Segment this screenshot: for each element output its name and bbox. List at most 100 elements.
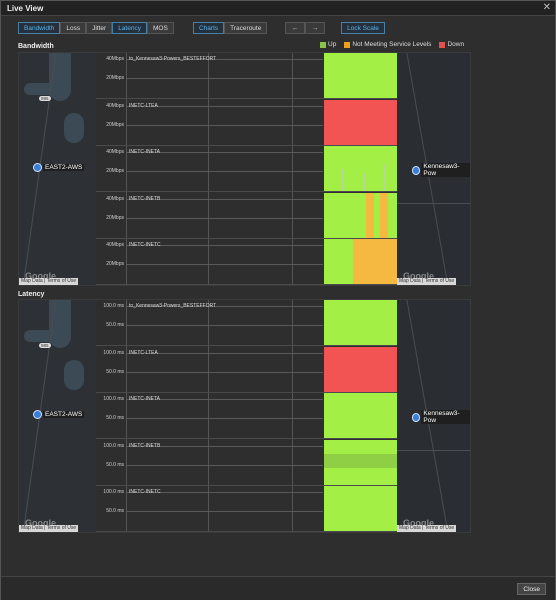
window-title: Live View xyxy=(7,4,44,13)
grid-hline xyxy=(126,325,323,326)
status-bar[interactable] xyxy=(324,439,399,485)
status-bar[interactable] xyxy=(324,393,399,438)
right-node-label: Kennesaw3-Pow xyxy=(421,410,470,424)
bandwidth-row: 40Mbps 20Mbps INETC-INETA xyxy=(96,146,399,192)
y-tick-mid: 20Mbps xyxy=(106,168,124,174)
tab-traceroute[interactable]: Traceroute xyxy=(224,22,268,34)
left-node[interactable]: EAST2-AWS xyxy=(33,163,85,172)
right-node-label: Kennesaw3-Pow xyxy=(421,163,470,177)
y-tick-mid: 50.0 ms xyxy=(106,368,124,375)
latency-row: 100.0 ms 50.0 ms INETC-LTEA xyxy=(96,346,399,393)
map-data-link[interactable]: Map Data | Terms of Use xyxy=(19,278,79,285)
series-label: INETC-INETA xyxy=(129,396,161,402)
right-map[interactable]: Kennesaw3-Pow Google Map Data | Terms of… xyxy=(397,53,470,285)
legend-down-label: Down xyxy=(447,41,465,48)
y-tick-mid: 50.0 ms xyxy=(106,508,124,514)
status-bar[interactable] xyxy=(324,239,399,284)
location-pin-icon xyxy=(412,412,421,422)
map-road xyxy=(397,203,470,204)
y-tick-top: 40Mbps xyxy=(106,149,124,155)
grid-hline xyxy=(126,217,323,219)
lock-scale-group: Lock Scale xyxy=(341,22,385,34)
y-tick-mid: 50.0 ms xyxy=(106,415,124,421)
latency-panel: 985 EAST2-AWS Google Map Data | Terms of… xyxy=(18,299,471,533)
y-tick-mid: 20Mbps xyxy=(106,121,124,128)
latency-band xyxy=(324,453,399,468)
y-tick-mid: 50.0 ms xyxy=(106,322,124,328)
right-map[interactable]: Kennesaw3-Pow Google Map Data | Terms of… xyxy=(397,300,470,532)
latency-row: 100.0 ms 50.0 ms INETC-INETC xyxy=(96,486,399,532)
road-badge: 985 xyxy=(39,96,51,101)
right-node[interactable]: Kennesaw3-Pow xyxy=(412,410,470,424)
y-tick-top: 100.0 ms xyxy=(103,489,124,495)
status-bar[interactable] xyxy=(324,346,399,392)
map-road xyxy=(397,450,470,451)
y-tick-top: 40Mbps xyxy=(106,195,124,202)
legend-down-swatch xyxy=(439,41,446,48)
bandwidth-row: 40Mbps 20Mbps to_Kennesaw3-Powers_BESTEFFO… xyxy=(96,53,399,99)
map-data-link[interactable]: Map Data | Terms of Use xyxy=(397,525,457,532)
grid-hline xyxy=(126,78,323,79)
map-data-link[interactable]: Map Data | Terms of Use xyxy=(19,525,79,532)
tab-mos[interactable]: MOS xyxy=(146,22,174,34)
prev-arrow-button[interactable]: ← xyxy=(285,22,305,34)
spike-mark xyxy=(342,168,343,191)
latency-chart: 100.0 ms 50.0 ms to_Kennesaw3-Powers_BESTE… xyxy=(96,300,399,532)
series-label: to_Kennesaw3-Powers_BESTEFFORT xyxy=(129,303,217,309)
tab-latency[interactable]: Latency xyxy=(112,22,147,34)
dialog-footer: Close xyxy=(1,576,555,600)
left-node[interactable]: EAST2-AWS xyxy=(33,410,85,419)
bandwidth-section-title: Bandwidth xyxy=(18,43,54,50)
close-icon[interactable]: ✕ xyxy=(543,2,551,13)
close-button[interactable]: Close xyxy=(517,583,546,595)
series-label: INETC-LTEA xyxy=(129,349,158,356)
series-label: to_Kennesaw3-Powers_BESTEFFORT xyxy=(129,56,217,62)
lock-scale-button[interactable]: Lock Scale xyxy=(341,22,385,34)
grid-hline xyxy=(126,171,323,172)
left-node-label: EAST2-AWS xyxy=(43,411,85,418)
left-map[interactable]: 985 EAST2-AWS Google Map Data | Terms of… xyxy=(19,53,96,285)
status-bar[interactable] xyxy=(324,300,399,345)
location-pin-icon xyxy=(33,163,42,172)
map-data-link[interactable]: Map Data | Terms of Use xyxy=(397,278,457,285)
y-tick-top: 40Mbps xyxy=(106,242,124,248)
status-bar[interactable] xyxy=(324,486,399,531)
grid-hline xyxy=(126,264,323,265)
road-badge: 985 xyxy=(39,343,51,348)
location-pin-icon xyxy=(33,410,42,419)
view-tab-group: Charts Traceroute xyxy=(193,22,268,34)
y-tick-top: 40Mbps xyxy=(106,56,124,62)
status-legend: Up Not Meeting Service Levels Down xyxy=(320,41,472,48)
status-bar[interactable] xyxy=(324,99,399,145)
legend-warn-label: Not Meeting Service Levels xyxy=(352,41,432,48)
bandwidth-row: 40Mbps 20Mbps INETC-INETB xyxy=(96,192,399,239)
y-tick-top: 100.0 ms xyxy=(103,442,124,449)
tab-loss[interactable]: Loss xyxy=(60,22,87,34)
status-bar[interactable] xyxy=(324,53,399,98)
series-label: INETC-INETB xyxy=(129,195,161,202)
y-tick-mid: 20Mbps xyxy=(106,261,124,267)
grid-hline xyxy=(126,418,323,419)
grid-hline xyxy=(126,124,323,126)
next-arrow-button[interactable]: → xyxy=(305,22,325,34)
warn-segment xyxy=(366,192,374,238)
status-bar[interactable] xyxy=(324,146,399,191)
status-bar[interactable] xyxy=(324,192,399,238)
series-label: INETC-INETC xyxy=(129,242,161,248)
tab-bandwidth[interactable]: Bandwidth xyxy=(18,22,61,34)
map-water xyxy=(64,360,84,390)
bandwidth-chart: 40Mbps 20Mbps to_Kennesaw3-Powers_BESTEFFO… xyxy=(96,53,399,285)
warn-segment xyxy=(380,192,388,238)
bandwidth-row: 40Mbps 20Mbps INETC-INETC xyxy=(96,239,399,285)
latency-row: 100.0 ms 50.0 ms to_Kennesaw3-Powers_BESTE… xyxy=(96,300,399,346)
left-map[interactable]: 985 EAST2-AWS Google Map Data | Terms of… xyxy=(19,300,96,532)
series-label: INETC-INETB xyxy=(129,442,161,449)
tab-jitter[interactable]: Jitter xyxy=(86,22,113,34)
series-label: INETC-INETC xyxy=(129,489,161,495)
grid-hline xyxy=(126,511,323,512)
bandwidth-panel: 985 EAST2-AWS Google Map Data | Terms of… xyxy=(18,52,471,286)
tab-charts[interactable]: Charts xyxy=(193,22,225,34)
right-node[interactable]: Kennesaw3-Pow xyxy=(412,163,470,177)
bandwidth-row: 40Mbps 20Mbps INETC-LTEA xyxy=(96,99,399,146)
location-pin-icon xyxy=(412,165,421,175)
